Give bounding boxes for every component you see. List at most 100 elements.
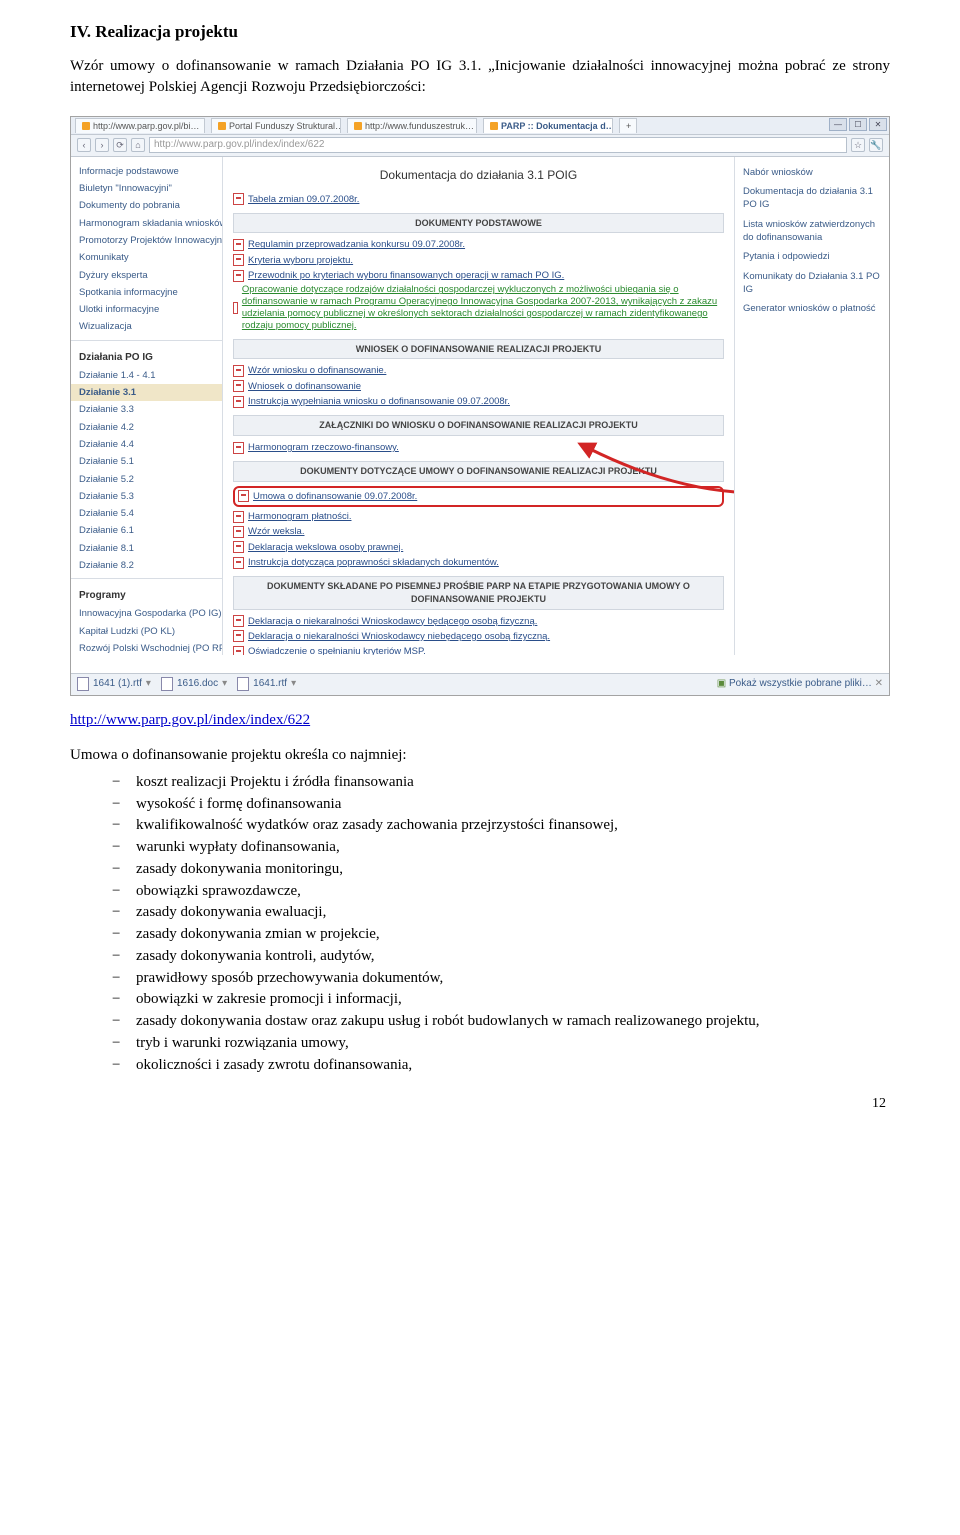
bookmark-icon[interactable]: ☆	[851, 138, 865, 152]
page-title: Dokumentacja do działania 3.1 POIG	[233, 167, 724, 184]
back-button[interactable]: ‹	[77, 138, 91, 152]
close-window-button[interactable]: ✕	[869, 118, 887, 131]
download-item[interactable]: 1616.doc▾	[161, 677, 227, 691]
sidebar-item[interactable]: Działanie 8.1	[71, 540, 222, 557]
document-link[interactable]: Opracowanie dotyczące rodzajów działalno…	[233, 283, 724, 333]
pdf-icon	[233, 193, 244, 205]
document-link[interactable]: Wniosek o dofinansowanie	[233, 379, 724, 394]
wrench-icon[interactable]: 🔧	[869, 138, 883, 152]
right-sidebar-item[interactable]: Komunikaty do Działania 3.1 PO IG	[743, 267, 881, 300]
new-tab-button[interactable]: +	[619, 118, 637, 134]
right-sidebar-item[interactable]: Nabór wniosków	[743, 163, 881, 182]
list-item: zasady dokonywania zmian w projekcie,	[112, 924, 890, 946]
list-item: zasady dokonywania monitoringu,	[112, 859, 890, 881]
minimize-button[interactable]: —	[829, 118, 847, 131]
document-link[interactable]: Harmonogram płatności.	[233, 509, 724, 524]
sidebar-item[interactable]: Wizualizacja	[71, 318, 222, 335]
list-item: wysokość i formę dofinansowania	[112, 794, 890, 816]
document-link[interactable]: Regulamin przeprowadzania konkursu 09.07…	[233, 237, 724, 252]
sidebar-item[interactable]: Promotorzy Projektów Innowacyjnych	[71, 232, 222, 249]
right-sidebar-item[interactable]: Pytania i odpowiedzi	[743, 247, 881, 266]
browser-tab[interactable]: http://www.parp.gov.pl/bi… ✕	[75, 118, 205, 134]
section-header: DOKUMENTY SKŁADANE PO PISEMNEJ PROŚBIE P…	[233, 576, 724, 609]
list-item: zasady dokonywania ewaluacji,	[112, 902, 890, 924]
sidebar-item[interactable]: Działanie 5.1	[71, 453, 222, 470]
document-link[interactable]: Oświadczenie o spełnianiu kryteriów MSP.	[233, 644, 724, 655]
browser-tab[interactable]: http://www.funduszestruk…✕	[347, 118, 477, 134]
sidebar-item[interactable]: Działanie 6.1	[71, 522, 222, 539]
sidebar-item[interactable]: Działanie 4.2	[71, 419, 222, 436]
pdf-icon	[233, 442, 244, 454]
sidebar-item[interactable]: Działanie 5.4	[71, 505, 222, 522]
right-sidebar-item[interactable]: Lista wniosków zatwierdzonych do dofinan…	[743, 215, 881, 248]
sidebar-item[interactable]: Działanie 8.2	[71, 557, 222, 574]
file-icon	[237, 677, 249, 691]
pdf-icon	[233, 239, 244, 251]
document-link[interactable]: Przewodnik po kryteriach wyboru finansow…	[233, 268, 724, 283]
right-sidebar-item[interactable]: Generator wniosków o płatność	[743, 299, 881, 318]
sidebar-item[interactable]: Działanie 4.4	[71, 436, 222, 453]
list-item: warunki wypłaty dofinansowania,	[112, 837, 890, 859]
section-header: ZAŁĄCZNIKI DO WNIOSKU O DOFINANSOWANIE R…	[233, 415, 724, 436]
sidebar-item[interactable]: Dokumenty do pobrania	[71, 197, 222, 214]
right-sidebar-item[interactable]: Dokumentacja do działania 3.1 PO IG	[743, 182, 881, 215]
document-link[interactable]: Kryteria wyboru projektu.	[233, 253, 724, 268]
sidebar-item[interactable]: Kapitał Ludzki (PO KL)	[71, 623, 222, 640]
sidebar-item[interactable]: Harmonogram składania wniosków	[71, 215, 222, 232]
pdf-icon	[233, 380, 244, 392]
pdf-icon	[233, 541, 244, 553]
sidebar-item[interactable]: Działanie 1.4 - 4.1	[71, 367, 222, 384]
reload-button[interactable]: ⟳	[113, 138, 127, 152]
sidebar-item[interactable]: Działanie 3.1	[71, 384, 222, 401]
document-link[interactable]: Instrukcja dotycząca poprawności składan…	[233, 555, 724, 570]
pdf-icon	[233, 511, 244, 523]
browser-tab-active[interactable]: PARP :: Dokumentacja d…✕	[483, 118, 613, 134]
source-url-link[interactable]: http://www.parp.gov.pl/index/index/622	[70, 712, 310, 728]
browser-tabstrip: http://www.parp.gov.pl/bi… ✕ Portal Fundu…	[71, 117, 889, 135]
tab-label: http://www.parp.gov.pl/bi…	[93, 121, 199, 131]
pdf-icon	[233, 557, 244, 569]
maximize-button[interactable]: ☐	[849, 118, 867, 131]
sidebar-item[interactable]: Informacje podstawowe	[71, 163, 222, 180]
sidebar-item[interactable]: Działanie 3.3	[71, 401, 222, 418]
page-number: 12	[70, 1094, 890, 1114]
download-item[interactable]: 1641.rtf▾	[237, 677, 296, 691]
document-link[interactable]: Wzór wniosku o dofinansowanie.	[233, 363, 724, 378]
browser-tab[interactable]: Portal Funduszy Struktural…✕	[211, 118, 341, 134]
document-link[interactable]: Deklaracja o niekaralności Wnioskodawcy …	[233, 614, 724, 629]
list-item: obowiązki w zakresie promocji i informac…	[112, 989, 890, 1011]
right-sidebar: Nabór wnioskówDokumentacja do działania …	[734, 157, 889, 655]
document-link[interactable]: Deklaracja wekslowa osoby prawnej.	[233, 540, 724, 555]
forward-button[interactable]: ›	[95, 138, 109, 152]
pdf-icon	[233, 646, 244, 655]
list-item: tryb i warunki rozwiązania umowy,	[112, 1033, 890, 1055]
section-heading: IV. Realizacja projektu	[70, 20, 890, 44]
list-item: kwalifikowalność wydatków oraz zasady za…	[112, 815, 890, 837]
show-all-downloads[interactable]: ▣ Pokaż wszystkie pobrane pliki… ✕	[717, 677, 883, 691]
sidebar-item[interactable]: Biuletyn "Innowacyjni"	[71, 180, 222, 197]
sidebar-item[interactable]: Rozwój Polski Wschodniej (PO RPW)	[71, 640, 222, 655]
close-icon[interactable]: ✕	[203, 121, 205, 131]
sidebar-item[interactable]: Innowacyjna Gospodarka (PO IG)	[71, 605, 222, 622]
sidebar-item[interactable]: Spotkania informacyjne	[71, 284, 222, 301]
document-link[interactable]: Instrukcja wypełniania wniosku o dofinan…	[233, 394, 724, 409]
paragraph: Umowa o dofinansowanie projektu określa …	[70, 745, 890, 766]
annotation-arrow	[576, 442, 734, 502]
left-sidebar: Informacje podstawoweBiuletyn "Innowacyj…	[71, 157, 223, 655]
url-field[interactable]: http://www.parp.gov.pl/index/index/622	[149, 137, 847, 153]
document-link[interactable]: Tabela zmian 09.07.2008r.	[233, 192, 724, 207]
document-link[interactable]: Wzór weksla.	[233, 524, 724, 539]
pdf-icon	[233, 396, 244, 408]
sidebar-item[interactable]: Ulotki informacyjne	[71, 301, 222, 318]
embedded-screenshot: http://www.parp.gov.pl/bi… ✕ Portal Fundu…	[70, 116, 890, 696]
bullet-list: koszt realizacji Projektu i źródła finan…	[70, 772, 890, 1077]
intro-paragraph: Wzór umowy o dofinansowanie w ramach Dzi…	[70, 56, 890, 98]
download-item[interactable]: 1641 (1).rtf▾	[77, 677, 151, 691]
sidebar-item[interactable]: Komunikaty	[71, 249, 222, 266]
section-header: WNIOSEK O DOFINANSOWANIE REALIZACJI PROJ…	[233, 339, 724, 360]
sidebar-item[interactable]: Dyżury eksperta	[71, 267, 222, 284]
sidebar-item[interactable]: Działanie 5.3	[71, 488, 222, 505]
sidebar-item[interactable]: Działanie 5.2	[71, 471, 222, 488]
home-button[interactable]: ⌂	[131, 138, 145, 152]
document-link[interactable]: Deklaracja o niekaralności Wnioskodawcy …	[233, 629, 724, 644]
